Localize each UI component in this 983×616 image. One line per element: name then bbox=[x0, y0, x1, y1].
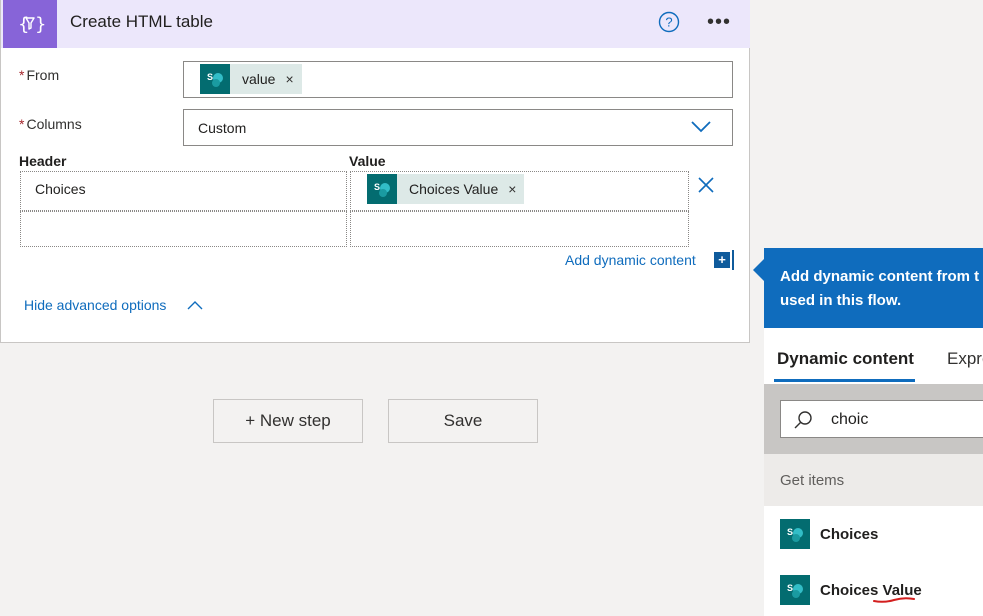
hide-advanced-options-link[interactable]: Hide advanced options bbox=[24, 297, 166, 313]
add-dynamic-content-link[interactable]: Add dynamic content bbox=[565, 252, 696, 268]
search-value: choic bbox=[831, 411, 869, 428]
chevron-up-icon[interactable] bbox=[187, 299, 203, 311]
svg-text:{: { bbox=[18, 14, 29, 35]
panel-header-line1: Add dynamic content from t bbox=[780, 268, 980, 285]
columns-label: * Columns bbox=[19, 116, 82, 132]
group-label: Get items bbox=[780, 472, 845, 489]
new-step-button[interactable]: + New step bbox=[213, 399, 363, 443]
header-cell-text: Choices bbox=[35, 181, 86, 197]
item-label: Choices bbox=[820, 526, 879, 543]
active-tab-indicator bbox=[774, 379, 915, 382]
red-underline-annotation bbox=[873, 597, 915, 603]
required-mark: * bbox=[19, 116, 25, 132]
search-input[interactable]: choic bbox=[780, 400, 983, 438]
required-mark: * bbox=[19, 67, 25, 83]
action-card-header[interactable]: { } Create HTML table ? ••• bbox=[1, 0, 750, 48]
sharepoint-icon: S bbox=[200, 64, 230, 94]
token-label: Choices Value bbox=[409, 181, 499, 197]
action-card: { } Create HTML table ? ••• *From S valu… bbox=[0, 0, 750, 343]
data-operation-icon: { } bbox=[3, 0, 57, 48]
columns-label-text: Columns bbox=[26, 116, 82, 132]
sharepoint-icon: S bbox=[367, 174, 397, 204]
tab-dynamic-content[interactable]: Dynamic content bbox=[777, 349, 914, 369]
action-title: Create HTML table bbox=[70, 12, 213, 31]
dynamic-item-choices-value[interactable]: S Choices Value bbox=[764, 562, 983, 616]
sharepoint-icon: S bbox=[780, 575, 810, 605]
divider bbox=[732, 250, 734, 270]
more-options-icon[interactable]: ••• bbox=[707, 12, 731, 32]
group-header: Get items bbox=[764, 454, 983, 506]
from-label: * From bbox=[19, 67, 59, 83]
add-dynamic-content-icon[interactable]: + bbox=[714, 252, 730, 268]
svg-text:}: } bbox=[35, 14, 45, 35]
value-cell-empty[interactable] bbox=[350, 211, 689, 247]
from-input[interactable]: S value × bbox=[183, 61, 733, 98]
svg-text:?: ? bbox=[665, 15, 672, 30]
value-token[interactable]: S value × bbox=[200, 64, 302, 94]
value-cell[interactable]: S Choices Value × bbox=[350, 171, 689, 211]
panel-header-text: Add dynamic content from t used in this … bbox=[780, 265, 983, 313]
header-cell-empty[interactable] bbox=[20, 211, 347, 247]
sharepoint-icon: S bbox=[780, 519, 810, 549]
tab-expression[interactable]: Expre bbox=[947, 349, 983, 369]
from-label-text: From bbox=[26, 67, 60, 83]
remove-token-icon[interactable]: × bbox=[285, 71, 293, 87]
panel-header-line2: used in this flow. bbox=[780, 292, 902, 309]
search-area: choic bbox=[764, 384, 983, 454]
header-cell[interactable]: Choices bbox=[20, 171, 347, 211]
help-icon[interactable]: ? bbox=[658, 11, 680, 33]
panel-header: Add dynamic content from t used in this … bbox=[764, 248, 983, 328]
columns-value: Custom bbox=[198, 120, 247, 136]
choices-value-token[interactable]: S Choices Value × bbox=[367, 174, 525, 204]
dynamic-item-choices[interactable]: S Choices bbox=[764, 506, 983, 562]
delete-row-icon[interactable] bbox=[696, 175, 716, 195]
remove-token-icon[interactable]: × bbox=[508, 181, 516, 197]
save-button[interactable]: Save bbox=[388, 399, 538, 443]
dynamic-content-panel: Add dynamic content from t used in this … bbox=[764, 248, 983, 616]
chevron-down-icon bbox=[691, 121, 711, 133]
token-label: value bbox=[242, 71, 276, 87]
columns-dropdown[interactable]: Custom bbox=[183, 109, 733, 146]
value-column-label: Value bbox=[349, 153, 386, 169]
search-icon bbox=[794, 411, 812, 429]
header-column-label: Header bbox=[19, 153, 67, 169]
